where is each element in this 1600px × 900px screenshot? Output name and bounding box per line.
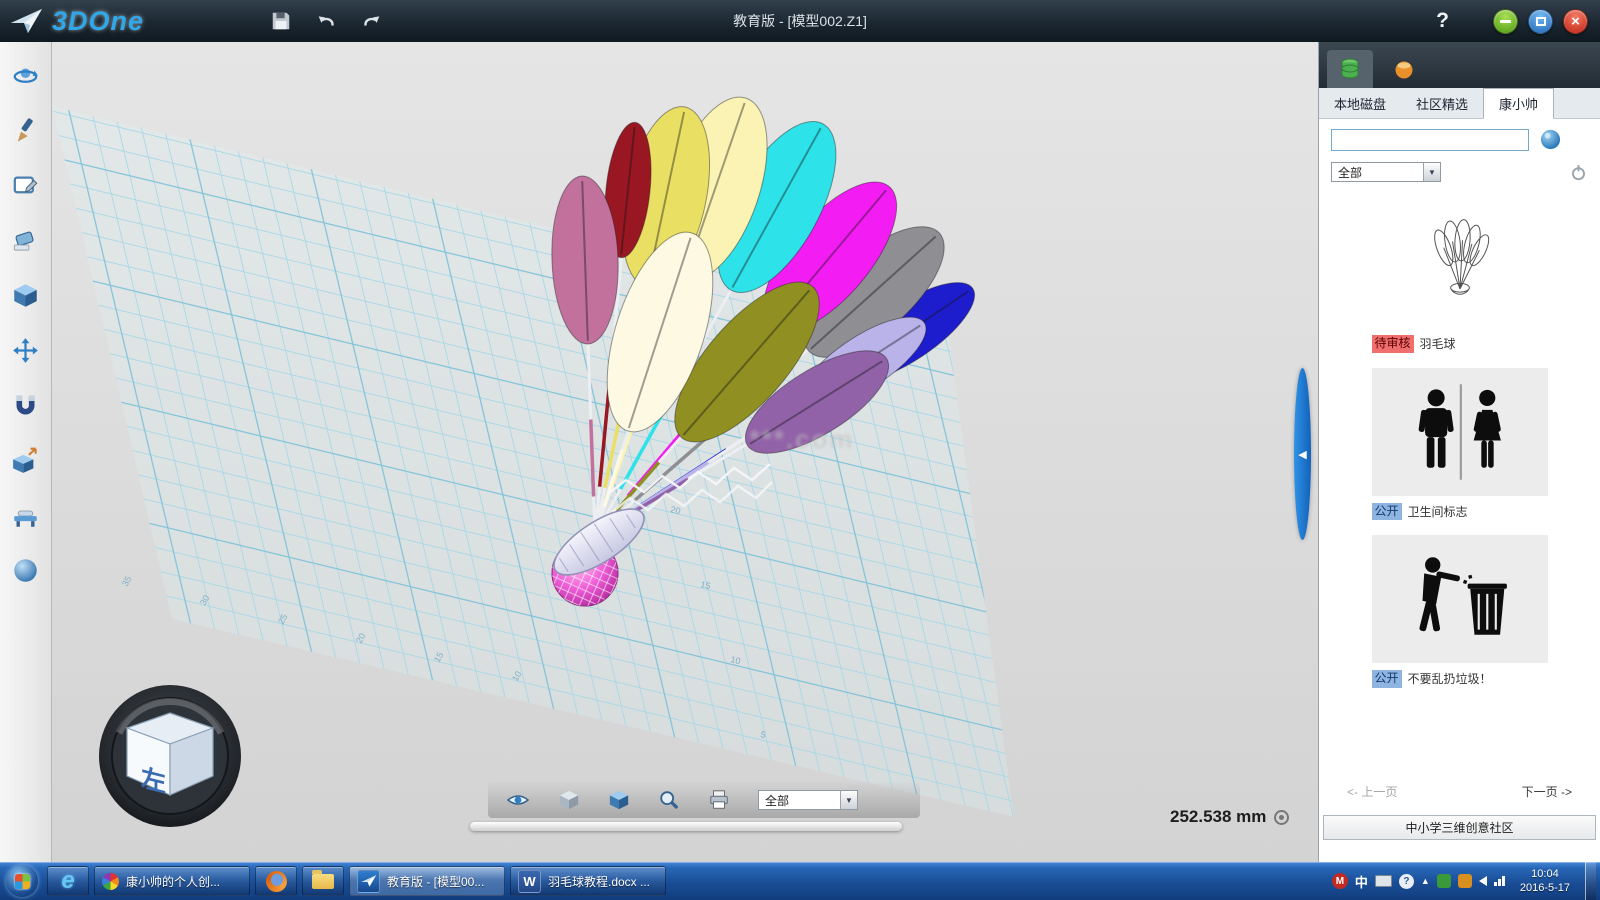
library-database-tab[interactable]	[1327, 50, 1373, 88]
model-label: 羽毛球	[1420, 335, 1456, 352]
keyboard-icon[interactable]	[1375, 875, 1392, 887]
panel-collapse-handle[interactable]: ◀	[1294, 368, 1311, 540]
taskbar-3done-button[interactable]: 教育版 - [模型00...	[349, 866, 505, 896]
volume-icon[interactable]	[1479, 876, 1487, 886]
taskbar-browser-window-button[interactable]: 康小帅的个人创...	[94, 866, 250, 896]
tray-clock[interactable]: 10:04 2016-5-17	[1512, 867, 1578, 896]
view-toolbar: 全部 ▼	[488, 782, 920, 818]
category-filter-select[interactable]: 全部 ▼	[1331, 162, 1441, 182]
wireframe-cube-button[interactable]	[558, 789, 580, 811]
visibility-eye-button[interactable]	[506, 792, 530, 808]
start-button[interactable]	[6, 865, 38, 897]
title-bar: 3DOne 教育版 - [模型002.Z1] ? ×	[0, 0, 1600, 42]
paper-plane-icon	[10, 7, 44, 35]
model-thumbnail-shuttlecock[interactable]	[1372, 200, 1548, 328]
firefox-icon	[266, 871, 287, 892]
shaded-cube-button[interactable]	[608, 789, 630, 811]
render-brush-tool[interactable]	[9, 113, 43, 147]
search-button[interactable]	[1539, 128, 1562, 151]
workbench-tool[interactable]	[9, 498, 43, 532]
redo-button[interactable]	[360, 10, 384, 32]
word-icon: W	[518, 870, 541, 893]
print-button[interactable]	[708, 789, 730, 811]
tab-community-picks[interactable]: 社区精选	[1401, 88, 1483, 118]
status-badge: 待审核	[1372, 335, 1414, 353]
library-source-tabs: 本地磁盘 社区精选 康小帅	[1319, 88, 1600, 119]
status-badge: 公开	[1372, 503, 1402, 521]
tab-local-disk[interactable]: 本地磁盘	[1319, 88, 1401, 118]
windows-taskbar: e 康小帅的个人创... 教育版 - [模型00... W 羽毛球教程.docx…	[0, 862, 1600, 900]
model-thumbnail-restroom-sign[interactable]	[1372, 368, 1548, 496]
left-tool-palette	[0, 42, 52, 862]
taskbar-ie-button[interactable]: e	[47, 866, 89, 896]
update-flag-icon[interactable]	[1458, 874, 1472, 888]
navigation-cube[interactable]: 左	[97, 683, 243, 829]
svg-text:35: 35	[120, 574, 134, 588]
model-label: 不要乱扔垃圾！	[1408, 670, 1492, 687]
model-thumbnail-litter-sign[interactable]	[1372, 535, 1548, 663]
magnet-constraint-tool[interactable]	[9, 388, 43, 422]
show-desktop-button[interactable]	[1585, 862, 1596, 900]
eraser-tool[interactable]	[9, 223, 43, 257]
taskbar-firefox-button[interactable]	[255, 866, 297, 896]
extrude-cube-tool[interactable]	[9, 443, 43, 477]
windows-flag-icon	[15, 874, 30, 889]
library-panel: 本地磁盘 社区精选 康小帅 全部 ▼	[1318, 42, 1600, 862]
move-tool[interactable]	[9, 333, 43, 367]
ime-indicator[interactable]: 中	[1355, 872, 1368, 891]
community-link-button[interactable]: 中小学三维创意社区	[1323, 815, 1596, 840]
zoom-button[interactable]	[658, 789, 680, 811]
show-hidden-icons-button[interactable]: ▲	[1421, 876, 1430, 886]
search-input[interactable]	[1331, 129, 1529, 151]
save-button[interactable]	[270, 10, 292, 32]
measurement-readout: 252.538 mm	[1170, 807, 1289, 827]
model-label: 卫生间标志	[1408, 503, 1468, 520]
tab-user[interactable]: 康小帅	[1483, 88, 1554, 119]
view-scroll-bar[interactable]	[470, 822, 902, 831]
tray-m-badge-icon[interactable]: M	[1332, 873, 1348, 889]
dropdown-arrow-icon[interactable]: ▼	[840, 791, 857, 809]
minimize-button[interactable]	[1493, 9, 1518, 34]
close-button[interactable]: ×	[1563, 9, 1588, 34]
model-list: 待审核 羽毛球	[1319, 186, 1600, 862]
logo-text: 3DOne	[52, 6, 144, 37]
3done-app-icon	[357, 870, 380, 893]
view-orbit-tool[interactable]	[9, 58, 43, 92]
collapse-arrow-icon: ◀	[1298, 448, 1306, 461]
folder-icon	[312, 874, 334, 889]
taskbar-explorer-button[interactable]	[302, 866, 344, 896]
scale-indicator-icon[interactable]	[1274, 810, 1289, 825]
sketch-plane-tool[interactable]	[9, 168, 43, 202]
pagination: <- 上一页 下一页 ->	[1319, 783, 1600, 800]
refresh-power-icon[interactable]	[1569, 163, 1588, 182]
display-filter-select[interactable]: 全部 ▼	[758, 790, 858, 810]
solid-cube-tool[interactable]	[9, 278, 43, 312]
system-tray: M 中 ? ▲ 10:04 2016-5-17	[1332, 862, 1598, 900]
pinwheel-icon	[102, 873, 119, 890]
network-icon[interactable]	[1494, 876, 1505, 886]
help-button[interactable]: ?	[1436, 9, 1449, 33]
taskbar-word-button[interactable]: W 羽毛球教程.docx ...	[510, 866, 666, 896]
status-badge: 公开	[1372, 670, 1402, 688]
prev-page-button[interactable]: <- 上一页	[1347, 783, 1397, 800]
tray-help-icon[interactable]: ?	[1399, 874, 1414, 889]
app-logo: 3DOne	[0, 6, 270, 37]
sphere-tool[interactable]	[9, 553, 43, 587]
library-materials-tab[interactable]	[1381, 50, 1427, 88]
maximize-button[interactable]	[1528, 9, 1553, 34]
viewport-3d[interactable]: 35 30 25 20 15 10 20 15 10 5	[52, 42, 1318, 862]
dropdown-arrow-icon[interactable]: ▼	[1423, 163, 1440, 181]
panel-mode-strip	[1319, 42, 1600, 88]
next-page-button[interactable]: 下一页 ->	[1522, 783, 1572, 800]
antivirus-shield-icon[interactable]	[1437, 874, 1451, 888]
internet-explorer-icon: e	[61, 867, 74, 895]
undo-button[interactable]	[314, 10, 338, 32]
